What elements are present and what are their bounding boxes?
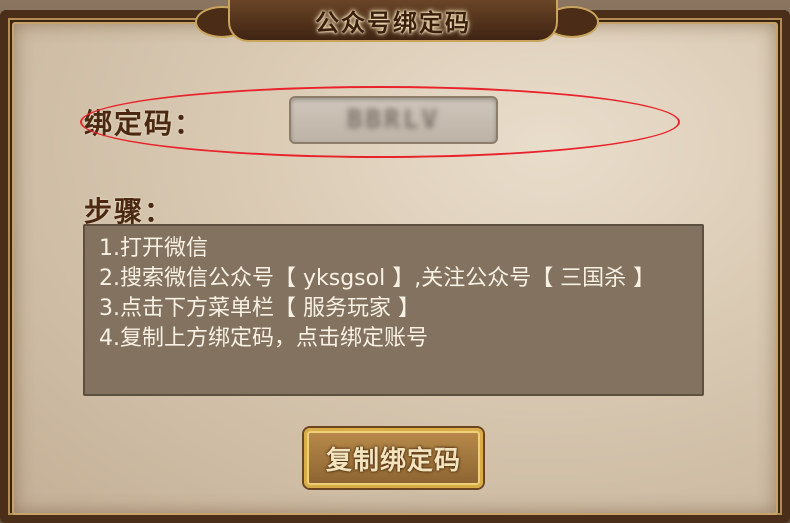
step-item-3: 3.点击下方菜单栏【 服务玩家 】 <box>99 296 420 321</box>
copy-button-label: 复制绑定码 <box>325 445 461 476</box>
step-item-2: 2.搜索微信公众号【 yksgsol 】,关注公众号【 三国杀 】 <box>99 266 656 291</box>
dialog-title-plaque: 公众号绑定码 <box>228 0 558 42</box>
dialog-title: 公众号绑定码 <box>315 7 471 37</box>
bind-code-label: 绑定码： <box>84 107 205 140</box>
bind-code-field[interactable]: BBRLV <box>289 96 498 144</box>
step-item-4: 4.复制上方绑定码，点击绑定账号 <box>99 326 428 351</box>
step-item-1: 1.打开微信 <box>99 236 208 261</box>
steps-panel: 1.打开微信 2.搜索微信公众号【 yksgsol 】,关注公众号【 三国杀 】… <box>83 224 704 396</box>
bind-code-value: BBRLV <box>346 105 441 135</box>
copy-bind-code-button[interactable]: 复制绑定码 <box>304 428 483 488</box>
